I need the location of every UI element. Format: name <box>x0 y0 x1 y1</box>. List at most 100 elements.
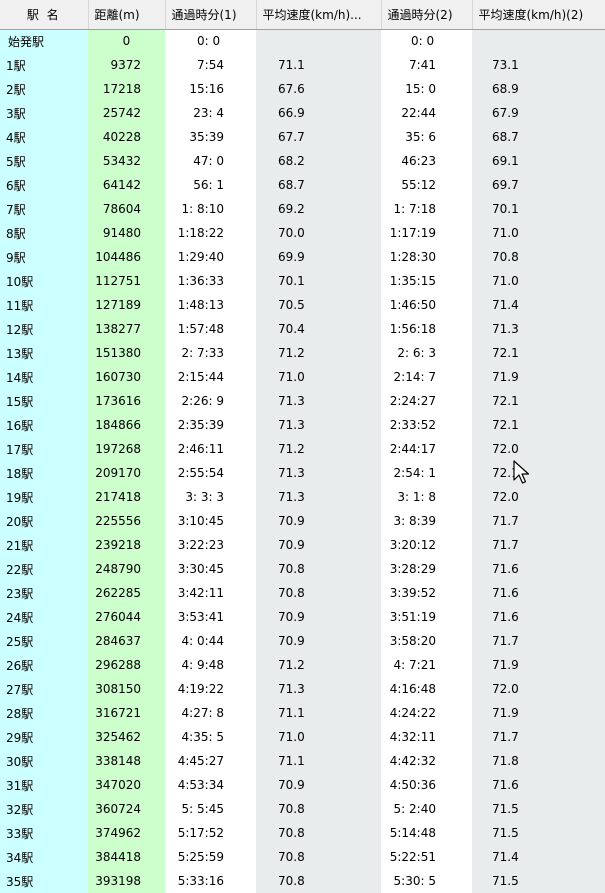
table-row[interactable]: 33駅 374962 5:17:52 70.8 5:14:48 71.5 <box>0 821 605 845</box>
distance-cell[interactable]: 374962 <box>88 821 165 845</box>
station-name-cell[interactable]: 14駅 <box>0 365 88 389</box>
distance-cell[interactable]: 17218 <box>88 77 165 101</box>
station-name-cell[interactable]: 18駅 <box>0 461 88 485</box>
distance-cell[interactable]: 296288 <box>88 653 165 677</box>
speed-2-cell[interactable]: 71.9 <box>472 365 605 389</box>
speed-1-cell[interactable]: 71.3 <box>256 413 381 437</box>
time-2-cell[interactable]: 1: 7:18 <box>381 197 472 221</box>
table-row[interactable]: 18駅 209170 2:55:54 71.3 2:54: 1 72.1 <box>0 461 605 485</box>
time-2-cell[interactable]: 5:22:51 <box>381 845 472 869</box>
time-1-cell[interactable]: 1:36:33 <box>165 269 256 293</box>
station-name-cell[interactable]: 34駅 <box>0 845 88 869</box>
speed-2-cell[interactable]: 72.1 <box>472 341 605 365</box>
speed-1-cell[interactable]: 71.0 <box>256 725 381 749</box>
speed-2-cell[interactable]: 69.7 <box>472 173 605 197</box>
speed-2-cell[interactable]: 67.9 <box>472 101 605 125</box>
header-time-2[interactable]: 通過時分(2) <box>381 0 473 30</box>
table-row[interactable]: 29駅 325462 4:35: 5 71.0 4:32:11 71.7 <box>0 725 605 749</box>
time-1-cell[interactable]: 3:30:45 <box>165 557 256 581</box>
time-1-cell[interactable]: 2:26: 9 <box>165 389 256 413</box>
station-name-cell[interactable]: 22駅 <box>0 557 88 581</box>
station-name-cell[interactable]: 35駅 <box>0 869 88 893</box>
station-name-cell[interactable]: 10駅 <box>0 269 88 293</box>
distance-cell[interactable]: 225556 <box>88 509 165 533</box>
speed-2-cell[interactable]: 71.6 <box>472 557 605 581</box>
table-row[interactable]: 5駅 53432 47: 0 68.2 46:23 69.1 <box>0 149 605 173</box>
time-2-cell[interactable]: 5:30: 5 <box>381 869 472 893</box>
speed-2-cell[interactable]: 71.0 <box>472 221 605 245</box>
station-name-cell[interactable]: 2駅 <box>0 77 88 101</box>
station-name-cell[interactable]: 5駅 <box>0 149 88 173</box>
time-1-cell[interactable]: 5:33:16 <box>165 869 256 893</box>
table-row[interactable]: 6駅 64142 56: 1 68.7 55:12 69.7 <box>0 173 605 197</box>
time-1-cell[interactable]: 35:39 <box>165 125 256 149</box>
distance-cell[interactable]: 104486 <box>88 245 165 269</box>
table-row[interactable]: 34駅 384418 5:25:59 70.8 5:22:51 71.4 <box>0 845 605 869</box>
speed-1-cell[interactable]: 70.8 <box>256 869 381 893</box>
table-row[interactable]: 35駅 393198 5:33:16 70.8 5:30: 5 71.5 <box>0 869 605 893</box>
speed-1-cell[interactable]: 69.2 <box>256 197 381 221</box>
distance-cell[interactable]: 0 <box>88 29 165 53</box>
time-2-cell[interactable]: 22:44 <box>381 101 472 125</box>
table-row[interactable]: 4駅 40228 35:39 67.7 35: 6 68.7 <box>0 125 605 149</box>
station-name-cell[interactable]: 13駅 <box>0 341 88 365</box>
station-name-cell[interactable]: 9駅 <box>0 245 88 269</box>
speed-1-cell[interactable]: 70.5 <box>256 293 381 317</box>
table-row[interactable]: 31駅 347020 4:53:34 70.9 4:50:36 71.6 <box>0 773 605 797</box>
distance-cell[interactable]: 151380 <box>88 341 165 365</box>
distance-cell[interactable]: 53432 <box>88 149 165 173</box>
header-speed-1[interactable]: 平均速度(km/h)... <box>256 0 382 30</box>
table-row[interactable]: 11駅 127189 1:48:13 70.5 1:46:50 71.4 <box>0 293 605 317</box>
time-2-cell[interactable]: 15: 0 <box>381 77 472 101</box>
time-2-cell[interactable]: 7:41 <box>381 53 472 77</box>
time-1-cell[interactable]: 7:54 <box>165 53 256 77</box>
distance-cell[interactable]: 64142 <box>88 173 165 197</box>
time-1-cell[interactable]: 0: 0 <box>165 29 256 53</box>
distance-cell[interactable]: 262285 <box>88 581 165 605</box>
distance-cell[interactable]: 217418 <box>88 485 165 509</box>
table-row[interactable]: 8駅 91480 1:18:22 70.0 1:17:19 71.0 <box>0 221 605 245</box>
speed-1-cell[interactable]: 66.9 <box>256 101 381 125</box>
station-name-cell[interactable]: 15駅 <box>0 389 88 413</box>
distance-cell[interactable]: 248790 <box>88 557 165 581</box>
station-name-cell[interactable]: 8駅 <box>0 221 88 245</box>
speed-1-cell[interactable]: 70.8 <box>256 821 381 845</box>
distance-cell[interactable]: 173616 <box>88 389 165 413</box>
time-2-cell[interactable]: 2:54: 1 <box>381 461 472 485</box>
speed-1-cell[interactable]: 70.8 <box>256 845 381 869</box>
speed-1-cell[interactable]: 71.3 <box>256 461 381 485</box>
time-2-cell[interactable]: 4: 7:21 <box>381 653 472 677</box>
distance-cell[interactable]: 138277 <box>88 317 165 341</box>
header-speed-2[interactable]: 平均速度(km/h)(2) <box>472 0 605 30</box>
time-2-cell[interactable]: 2:24:27 <box>381 389 472 413</box>
distance-cell[interactable]: 347020 <box>88 773 165 797</box>
time-1-cell[interactable]: 2:46:11 <box>165 437 256 461</box>
speed-1-cell[interactable]: 70.9 <box>256 533 381 557</box>
time-1-cell[interactable]: 2:15:44 <box>165 365 256 389</box>
time-1-cell[interactable]: 47: 0 <box>165 149 256 173</box>
speed-1-cell[interactable]: 70.1 <box>256 269 381 293</box>
speed-1-cell[interactable]: 71.0 <box>256 365 381 389</box>
distance-cell[interactable]: 127189 <box>88 293 165 317</box>
speed-2-cell[interactable]: 72.1 <box>472 389 605 413</box>
speed-2-cell[interactable]: 72.0 <box>472 437 605 461</box>
time-2-cell[interactable]: 1:17:19 <box>381 221 472 245</box>
distance-cell[interactable]: 25742 <box>88 101 165 125</box>
speed-2-cell[interactable]: 71.0 <box>472 269 605 293</box>
station-name-cell[interactable]: 29駅 <box>0 725 88 749</box>
speed-1-cell[interactable]: 69.9 <box>256 245 381 269</box>
time-2-cell[interactable]: 5:14:48 <box>381 821 472 845</box>
table-row[interactable]: 21駅 239218 3:22:23 70.9 3:20:12 71.7 <box>0 533 605 557</box>
speed-1-cell[interactable]: 71.3 <box>256 677 381 701</box>
speed-2-cell[interactable]: 73.1 <box>472 53 605 77</box>
time-2-cell[interactable]: 3:58:20 <box>381 629 472 653</box>
table-row[interactable]: 7駅 78604 1: 8:10 69.2 1: 7:18 70.1 <box>0 197 605 221</box>
station-name-cell[interactable]: 20駅 <box>0 509 88 533</box>
time-2-cell[interactable]: 4:32:11 <box>381 725 472 749</box>
table-row[interactable]: 10駅 112751 1:36:33 70.1 1:35:15 71.0 <box>0 269 605 293</box>
time-2-cell[interactable]: 1:35:15 <box>381 269 472 293</box>
speed-1-cell[interactable]: 71.1 <box>256 701 381 725</box>
table-row[interactable]: 14駅 160730 2:15:44 71.0 2:14: 7 71.9 <box>0 365 605 389</box>
table-row[interactable]: 24駅 276044 3:53:41 70.9 3:51:19 71.6 <box>0 605 605 629</box>
speed-2-cell[interactable]: 72.0 <box>472 485 605 509</box>
